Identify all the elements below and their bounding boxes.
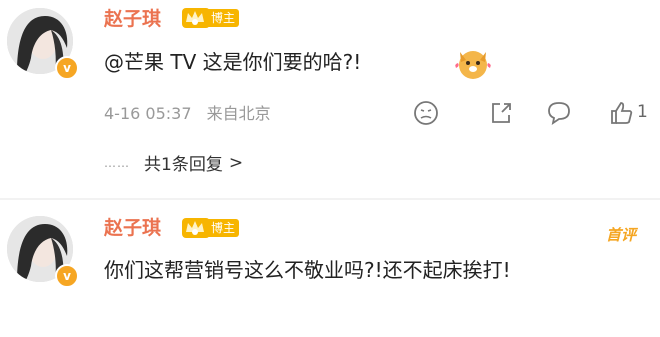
first-comment-tag: 首评	[606, 226, 637, 244]
comment-meta: 4-16 05:37 来自北京	[104, 100, 281, 124]
comment-location: 来自北京	[206, 104, 271, 123]
comment-text: @芒果 TV 这是你们要的哈?!	[104, 50, 362, 74]
like-count: 1	[637, 102, 648, 122]
comment-1: v 赵子琪 博主 @芒果 TV 这是你们要的哈?! 4-16 05:37 来自北…	[0, 0, 660, 200]
replies-label: 共1条回复	[144, 155, 223, 175]
blogger-badge: 博主	[180, 7, 240, 29]
emoji-reaction-icon[interactable]	[411, 98, 441, 128]
author-name[interactable]: 赵子琪	[104, 4, 161, 31]
dog-emoji-icon	[455, 51, 491, 79]
author-name[interactable]: 赵子琪	[104, 213, 161, 240]
like-icon[interactable]	[606, 98, 636, 128]
comment-date: 4-16 05:37	[104, 104, 192, 123]
verified-badge-icon: v	[55, 264, 79, 288]
comment-text: 你们这帮营销号这么不敬业吗?!还不起床挨打!	[104, 258, 511, 282]
badge-label: 博主	[207, 219, 240, 237]
badge-label: 博主	[207, 9, 240, 27]
blogger-badge: 博主	[180, 217, 240, 239]
replies-dots: ……	[104, 155, 130, 170]
level-crown-icon	[182, 8, 210, 28]
chevron-right-icon: >	[228, 152, 244, 173]
share-icon[interactable]	[486, 98, 516, 128]
comment-2: v 赵子琪 博主 首评 你们这帮营销号这么不敬业吗?!还不起床挨打!	[0, 200, 660, 337]
view-replies-link[interactable]: …… 共1条回复 >	[104, 150, 244, 176]
verified-badge-icon: v	[55, 56, 79, 80]
level-crown-icon	[182, 218, 210, 238]
comment-icon[interactable]	[544, 98, 574, 128]
